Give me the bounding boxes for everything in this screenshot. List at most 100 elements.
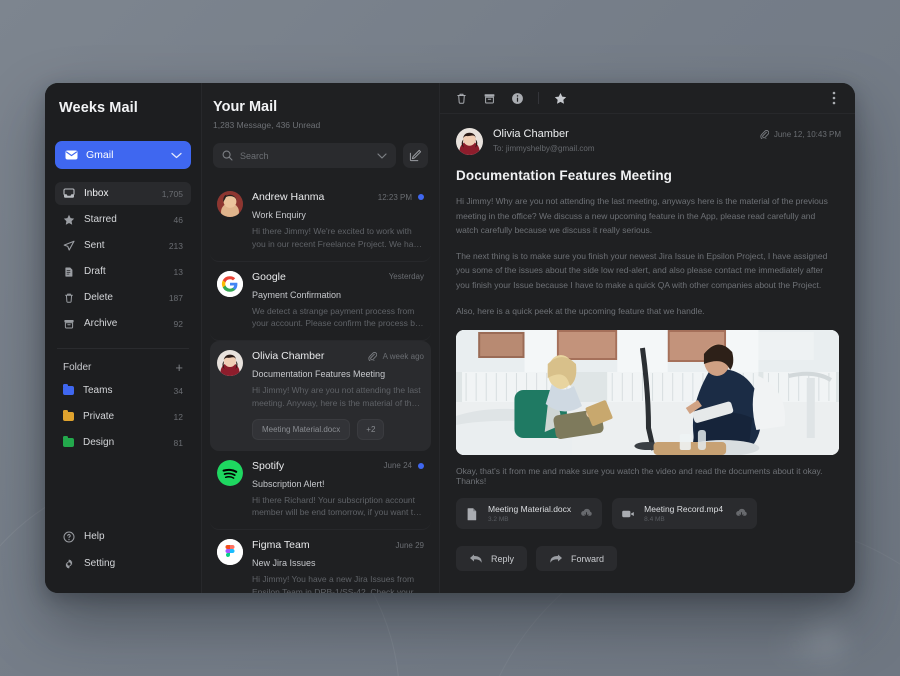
avatar — [217, 350, 243, 376]
list-item-date: June 29 — [395, 540, 424, 550]
star-icon[interactable] — [553, 91, 567, 105]
reading-pane-paragraph: Hi Jimmy! Why are you not attending the … — [456, 196, 828, 236]
compose-button[interactable] — [403, 143, 428, 168]
sidebar-item-label: Starred — [84, 214, 117, 225]
info-icon[interactable] — [510, 91, 524, 105]
attachment-item[interactable]: Meeting Material.docx 3.2 MB — [456, 498, 603, 530]
attachment-item[interactable]: Meeting Record.mp4 8.4 MB — [612, 498, 758, 530]
search-input[interactable]: Search — [213, 143, 396, 168]
video-icon — [621, 507, 635, 521]
reading-pane-recipient: To: jimmyshelby@gmail.com — [493, 144, 595, 153]
sidebar-item-archive[interactable]: Archive 92 — [55, 312, 191, 335]
forward-label: Forward — [571, 553, 605, 564]
list-item[interactable]: Google Yesterday Payment Confirmation We… — [210, 262, 431, 341]
reading-pane-meta: June 12, 10:43 PM — [760, 128, 841, 139]
list-item-sender: Andrew Hanma — [252, 191, 325, 203]
folder-section-header: Folder + — [55, 349, 191, 379]
sidebar-item-help[interactable]: Help — [55, 525, 191, 548]
sidebar-item-count: 187 — [168, 292, 183, 303]
folder-label: Private — [83, 411, 115, 422]
list-item-preview: Hi Jimmy! Why are you not attending the … — [252, 385, 421, 408]
search-placeholder: Search — [240, 150, 269, 161]
sidebar-item-label: Draft — [84, 266, 106, 277]
document-icon — [465, 507, 479, 521]
background-glow-small — [788, 638, 802, 652]
reading-pane-toolbar — [440, 83, 855, 114]
attachment-name: Meeting Material.docx — [488, 504, 572, 515]
list-item-date: A week ago — [382, 351, 424, 361]
list-item-subject: Payment Confirmation — [252, 289, 342, 300]
unread-indicator — [418, 194, 424, 200]
list-item-subject: Documentation Features Meeting — [252, 369, 386, 379]
list-item-date: Yesterday — [388, 272, 424, 281]
download-icon[interactable] — [580, 507, 593, 520]
sidebar-item-delete[interactable]: Delete 187 — [55, 286, 191, 309]
list-item[interactable]: Andrew Hanma 12:23 PM Work Enquiry Hi th… — [210, 182, 431, 262]
reply-icon — [469, 553, 483, 565]
sidebar-item-count: 92 — [173, 318, 183, 329]
chevron-down-icon — [171, 152, 182, 159]
star-icon — [63, 214, 75, 226]
reading-pane-body: Documentation Features Meeting Hi Jimmy!… — [440, 155, 855, 593]
delete-icon[interactable] — [454, 91, 468, 105]
sidebar-item-inbox[interactable]: Inbox 1,705 — [55, 182, 191, 205]
sidebar-folder-design[interactable]: Design 81 — [55, 431, 191, 454]
chevron-down-icon[interactable] — [377, 152, 387, 159]
sidebar-item-sent[interactable]: Sent 213 — [55, 234, 191, 257]
app-window: Weeks Mail Gmail Inbox 1,705 Starred 46 … — [45, 83, 855, 593]
sidebar-folder-private[interactable]: Private 12 — [55, 405, 191, 428]
sidebar-item-label: Inbox — [84, 188, 109, 199]
avatar — [217, 539, 243, 565]
download-icon[interactable] — [735, 507, 748, 520]
folder-icon — [63, 383, 74, 395]
sidebar-item-draft[interactable]: Draft 13 — [55, 260, 191, 283]
more-icon[interactable] — [827, 91, 841, 105]
archive-icon — [63, 318, 75, 330]
reply-button[interactable]: Reply — [456, 546, 528, 572]
attachment-chip[interactable]: Meeting Material.docx — [252, 418, 351, 440]
background-glow-large — [808, 624, 842, 658]
list-item-sender: Spotify — [252, 459, 285, 472]
sidebar-folder-teams[interactable]: Teams 34 — [55, 379, 191, 402]
account-selector-gmail[interactable]: Gmail — [55, 141, 191, 169]
reply-label: Reply — [491, 553, 515, 564]
sidebar-item-setting[interactable]: Setting — [55, 552, 191, 575]
list-item[interactable]: Figma Team June 29 New Jira Issues Hi Ji… — [210, 530, 431, 593]
sidebar-item-count: 46 — [173, 214, 183, 225]
list-item-subject: New Jira Issues — [252, 558, 316, 568]
list-item-preview: Hi there Jimmy! We're excited to work wi… — [252, 226, 423, 249]
attachment-more-chip[interactable]: +2 — [357, 418, 385, 440]
unread-indicator — [418, 462, 424, 469]
mail-list-title: Your Mail — [213, 99, 278, 115]
archive-icon[interactable] — [482, 91, 496, 105]
list-item-preview: Hi Jimmy! You have a new Jira Issues fro… — [252, 574, 415, 593]
inbox-icon — [63, 188, 75, 200]
list-item-subject: Subscription Alert! — [252, 478, 325, 489]
avatar — [217, 270, 243, 297]
mail-list-items[interactable]: Andrew Hanma 12:23 PM Work Enquiry Hi th… — [202, 176, 439, 593]
mail-list-subtitle: 1,283 Message, 436 Unread — [213, 120, 321, 130]
sidebar-item-label: Archive — [84, 318, 118, 329]
search-icon — [222, 150, 233, 161]
account-label: Gmail — [86, 149, 114, 161]
mail-list-search-row: Search — [213, 143, 428, 168]
toolbar-divider — [538, 92, 539, 104]
reading-pane-closing: Okay, that's it from me and make sure yo… — [456, 466, 823, 487]
folder-icon — [63, 409, 74, 421]
sidebar-item-count: 213 — [168, 240, 183, 251]
sidebar-item-starred[interactable]: Starred 46 — [55, 208, 191, 231]
list-item-preview: We detect a strange payment process from… — [252, 305, 420, 329]
add-folder-button[interactable]: + — [175, 361, 183, 374]
list-item[interactable]: Spotify June 24 Subscription Alert! Hi t… — [210, 451, 431, 530]
trash-icon — [63, 292, 75, 304]
sidebar-bottom-nav: Help Setting — [55, 525, 191, 593]
embedded-meeting-photo — [456, 330, 839, 456]
sidebar-item-label: Sent — [84, 240, 105, 251]
folder-count: 34 — [173, 385, 183, 396]
folder-label: Design — [83, 437, 115, 448]
forward-button[interactable]: Forward — [536, 546, 618, 572]
reading-pane: Olivia Chamber To: jimmyshelby@gmail.com… — [440, 83, 855, 593]
attachment-icon — [368, 351, 377, 361]
list-item-preview: Hi there Richard! Your subscription acco… — [252, 494, 418, 518]
list-item[interactable]: Olivia Chamber A week ago Documentation … — [210, 341, 431, 451]
